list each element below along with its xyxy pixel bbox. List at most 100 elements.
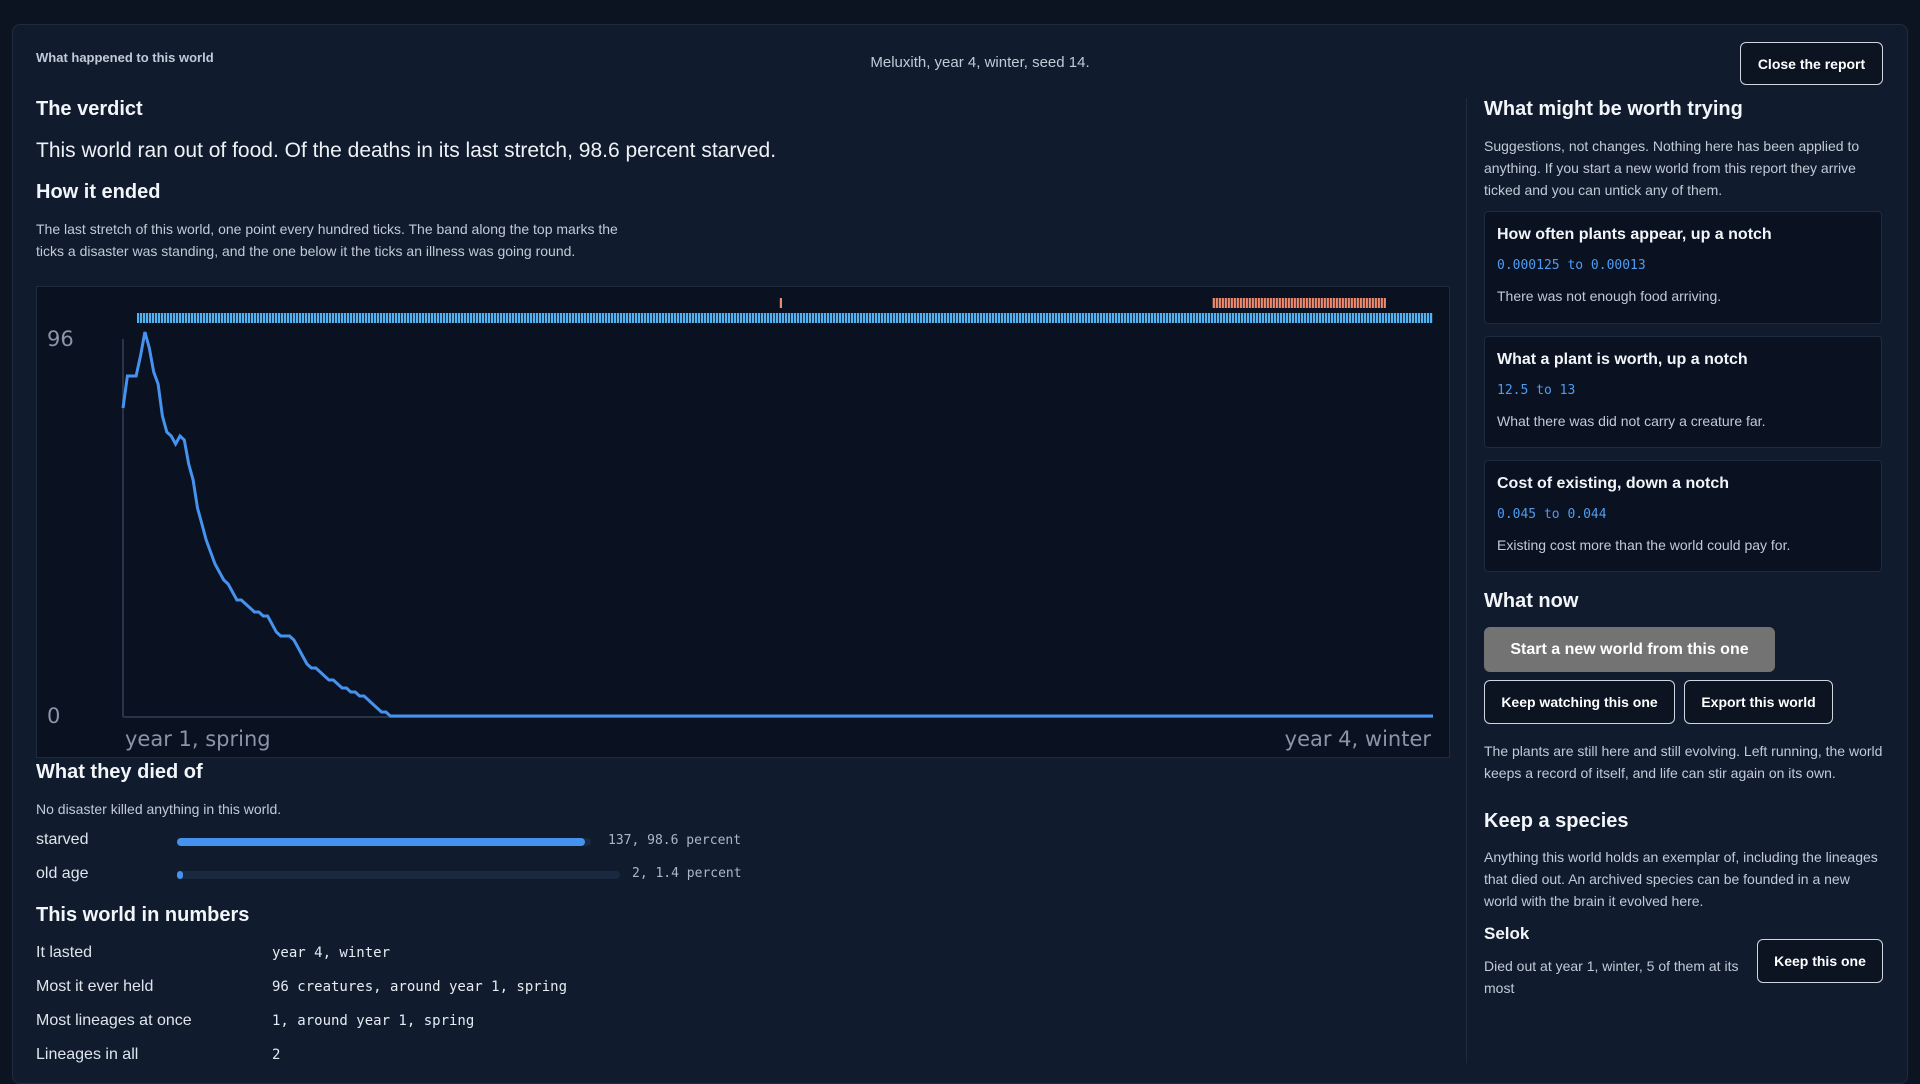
illness-tick bbox=[539, 313, 542, 323]
illness-tick bbox=[851, 313, 854, 323]
illness-tick bbox=[563, 313, 566, 323]
illness-tick bbox=[1205, 313, 1208, 323]
disaster-tick bbox=[1359, 298, 1362, 308]
illness-tick bbox=[782, 313, 785, 323]
suggestions-heading: What might be worth trying bbox=[1484, 98, 1743, 120]
suggestion-card[interactable]: Cost of existing, down a notch 0.045 to … bbox=[1484, 460, 1882, 572]
illness-tick bbox=[1106, 313, 1109, 323]
illness-tick bbox=[911, 313, 914, 323]
illness-tick bbox=[872, 313, 875, 323]
disaster-tick bbox=[1293, 298, 1296, 308]
disaster-tick bbox=[1260, 298, 1263, 308]
illness-tick bbox=[422, 313, 425, 323]
illness-tick bbox=[1142, 313, 1145, 323]
illness-tick bbox=[836, 313, 839, 323]
illness-tick bbox=[1340, 313, 1343, 323]
illness-tick bbox=[779, 313, 782, 323]
illness-tick bbox=[905, 313, 908, 323]
illness-tick bbox=[320, 313, 323, 323]
start-new-world-button[interactable]: Start a new world from this one bbox=[1484, 627, 1775, 672]
illness-tick bbox=[1016, 313, 1019, 323]
illness-tick bbox=[218, 313, 221, 323]
illness-tick bbox=[293, 313, 296, 323]
illness-tick bbox=[482, 313, 485, 323]
illness-tick bbox=[443, 313, 446, 323]
illness-tick bbox=[1394, 313, 1397, 323]
illness-tick bbox=[323, 313, 326, 323]
illness-tick bbox=[590, 313, 593, 323]
illness-tick bbox=[1226, 313, 1229, 323]
illness-tick bbox=[1202, 313, 1205, 323]
illness-tick bbox=[1367, 313, 1370, 323]
illness-tick bbox=[785, 313, 788, 323]
illness-tick bbox=[1094, 313, 1097, 323]
illness-tick bbox=[950, 313, 953, 323]
close-report-button[interactable]: Close the report bbox=[1740, 42, 1883, 85]
disaster-tick bbox=[1233, 298, 1236, 308]
illness-tick bbox=[311, 313, 314, 323]
illness-tick bbox=[446, 313, 449, 323]
illness-tick bbox=[1187, 313, 1190, 323]
illness-tick bbox=[1415, 313, 1418, 323]
suggestion-card[interactable]: How often plants appear, up a notch 0.00… bbox=[1484, 211, 1882, 324]
illness-tick bbox=[800, 313, 803, 323]
illness-tick bbox=[533, 313, 536, 323]
illness-tick bbox=[605, 313, 608, 323]
illness-tick bbox=[857, 313, 860, 323]
illness-tick bbox=[1208, 313, 1211, 323]
illness-tick bbox=[1427, 313, 1430, 323]
illness-tick bbox=[623, 313, 626, 323]
export-world-button[interactable]: Export this world bbox=[1684, 680, 1833, 724]
illness-tick bbox=[158, 313, 161, 323]
illness-tick bbox=[386, 313, 389, 323]
illness-tick bbox=[1211, 313, 1214, 323]
illness-tick bbox=[155, 313, 158, 323]
illness-tick bbox=[503, 313, 506, 323]
report-title: What happened to this world bbox=[36, 50, 214, 65]
illness-tick bbox=[200, 313, 203, 323]
species-detail: Died out at year 1, winter, 5 of them at… bbox=[1484, 958, 1739, 996]
illness-tick bbox=[926, 313, 929, 323]
disaster-tick bbox=[1368, 298, 1371, 308]
illness-tick bbox=[377, 313, 380, 323]
suggestion-card[interactable]: What a plant is worth, up a notch 12.5 t… bbox=[1484, 336, 1882, 448]
illness-tick bbox=[1091, 313, 1094, 323]
illness-tick bbox=[584, 313, 587, 323]
illness-tick bbox=[500, 313, 503, 323]
disaster-tick bbox=[1290, 298, 1293, 308]
keep-species-button[interactable]: Keep this one bbox=[1757, 939, 1883, 983]
suggestion-note: Existing cost more than the world could … bbox=[1497, 537, 1791, 553]
illness-tick bbox=[152, 313, 155, 323]
illness-tick bbox=[365, 313, 368, 323]
illness-tick bbox=[593, 313, 596, 323]
illness-tick bbox=[452, 313, 455, 323]
illness-tick bbox=[737, 313, 740, 323]
population-line bbox=[121, 331, 1433, 718]
illness-tick bbox=[398, 313, 401, 323]
illness-tick bbox=[968, 313, 971, 323]
illness-tick bbox=[917, 313, 920, 323]
illness-tick bbox=[479, 313, 482, 323]
illness-tick bbox=[821, 313, 824, 323]
species-name: Selok bbox=[1484, 924, 1530, 943]
illness-tick bbox=[980, 313, 983, 323]
illness-tick bbox=[356, 313, 359, 323]
disaster-tick bbox=[1221, 298, 1224, 308]
illness-tick bbox=[818, 313, 821, 323]
illness-tick bbox=[854, 313, 857, 323]
illness-tick bbox=[842, 313, 845, 323]
illness-tick bbox=[572, 313, 575, 323]
keep-watching-button[interactable]: Keep watching this one bbox=[1484, 680, 1675, 724]
illness-tick bbox=[1013, 313, 1016, 323]
illness-tick bbox=[224, 313, 227, 323]
suggestion-title: Cost of existing, down a notch bbox=[1497, 475, 1729, 492]
illness-tick bbox=[689, 313, 692, 323]
illness-tick bbox=[530, 313, 533, 323]
illness-tick bbox=[1379, 313, 1382, 323]
illness-tick bbox=[1136, 313, 1139, 323]
stat-label: Most it ever held bbox=[36, 978, 154, 995]
illness-tick bbox=[878, 313, 881, 323]
illness-tick bbox=[791, 313, 794, 323]
illness-tick bbox=[1316, 313, 1319, 323]
illness-tick bbox=[1412, 313, 1415, 323]
